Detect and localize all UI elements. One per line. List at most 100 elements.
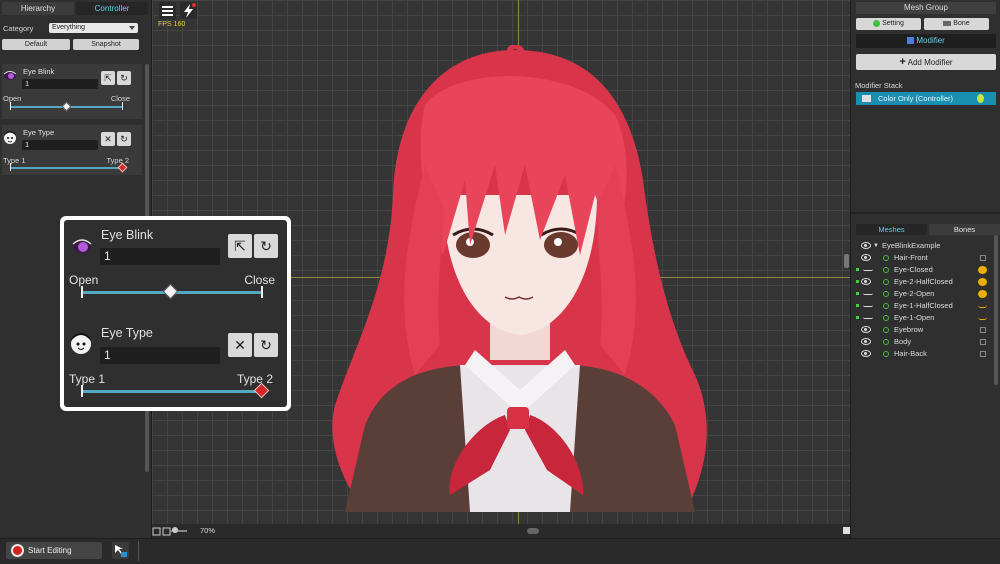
modifier-icon (907, 37, 915, 45)
mesh-row-eye-1-open[interactable]: Eye-1-Open (856, 312, 996, 324)
eye-type-icon (71, 333, 91, 354)
mesh-label: Hair-Front (894, 253, 928, 262)
right-scrollbar[interactable] (994, 235, 998, 385)
canvas-status-bar: 70% (152, 524, 850, 538)
bone-button[interactable]: Bone (924, 18, 989, 30)
tab-modifier[interactable]: Modifier (856, 34, 996, 48)
mesh-icon (883, 339, 889, 345)
canvas-toolbar (159, 2, 197, 19)
eye-blink-slider-handle[interactable] (61, 101, 72, 112)
tab-hierarchy[interactable]: Hierarchy (2, 2, 74, 15)
closed-eye-icon[interactable] (863, 293, 873, 295)
mesh-row-eyebrow[interactable]: Eyebrow (856, 324, 996, 336)
mesh-row-eye-closed[interactable]: Eye-Closed (856, 264, 996, 276)
closed-eye-icon[interactable] (863, 317, 873, 319)
eye-type-icon (4, 131, 16, 144)
category-label: Category (3, 24, 34, 33)
eye-type-slider-track[interactable] (10, 167, 123, 169)
modifier-stack-item[interactable]: Color Only (Controller) (856, 92, 996, 105)
snapshot-button[interactable]: Snapshot (73, 39, 139, 50)
mesh-row-eye-2-halfclosed[interactable]: Eye-2-HalfClosed (856, 276, 996, 288)
corner-resize-icon[interactable] (843, 527, 850, 534)
eye-blink-value[interactable]: 1 (100, 248, 220, 265)
zoom-slider-handle[interactable] (172, 527, 178, 533)
eye-blink-icon (72, 239, 92, 253)
eye-type-min-label: Type 1 (69, 372, 106, 386)
add-modifier-button[interactable]: + Add Modifier (856, 54, 996, 70)
mesh-icon (883, 291, 889, 297)
default-button[interactable]: Default (2, 39, 70, 50)
panel-divider[interactable] (851, 212, 1000, 214)
select-cursor-icon[interactable]: ⇱ (101, 71, 115, 85)
toolbar-divider (138, 541, 139, 561)
select-cursor-icon[interactable]: ⇱ (228, 234, 252, 258)
visibility-icon[interactable] (861, 338, 871, 345)
checkbox[interactable] (980, 339, 986, 345)
eye-blink-slider-handle[interactable] (162, 283, 179, 300)
start-editing-button[interactable]: Start Editing (6, 542, 102, 559)
controller-link-icon[interactable] (978, 266, 987, 274)
add-modifier-label: Add Modifier (907, 58, 953, 67)
lightning-icon[interactable] (180, 2, 197, 19)
bone-icon (943, 20, 952, 26)
visibility-icon[interactable] (861, 350, 871, 357)
tab-controller[interactable]: Controller (76, 2, 148, 15)
reset-icon[interactable]: ↻ (117, 132, 131, 146)
closed-eye-icon[interactable] (863, 305, 873, 307)
controller-link-icon[interactable] (978, 278, 987, 286)
eye-type-value[interactable]: 1 (100, 347, 220, 364)
menu-icon[interactable] (159, 2, 176, 19)
fit-view-icon[interactable] (152, 527, 172, 536)
selection-mode-icon[interactable] (112, 542, 129, 559)
setting-icon (873, 19, 881, 27)
vertical-scrollbar[interactable] (844, 254, 849, 268)
reset-icon[interactable]: ↻ (254, 333, 278, 357)
tab-bones[interactable]: Bones (929, 224, 1000, 235)
eye-blink-icon (3, 71, 17, 80)
clear-icon[interactable]: ✕ (101, 132, 115, 146)
mesh-label: Eye-1-HalfClosed (894, 301, 953, 310)
visibility-icon[interactable] (861, 278, 871, 285)
modifier-tab-label: Modifier (916, 36, 945, 45)
slider-min-tick (10, 163, 11, 171)
visibility-icon[interactable] (861, 242, 871, 249)
horizontal-scrollbar[interactable] (527, 528, 539, 534)
reset-icon[interactable]: ↻ (117, 71, 131, 85)
record-icon (11, 544, 24, 557)
checkbox[interactable] (980, 351, 986, 357)
eye-blink-min-label: Open (3, 94, 22, 103)
checkbox[interactable] (980, 255, 986, 261)
reset-icon[interactable]: ↻ (254, 234, 278, 258)
mesh-row-hair-front[interactable]: Hair-Front (856, 252, 996, 264)
controller-link-icon[interactable] (978, 305, 987, 308)
checkbox[interactable] (980, 327, 986, 333)
mesh-group-header: Mesh Group (856, 2, 996, 14)
fps-counter: FPS 160 (158, 21, 186, 28)
eye-blink-max-label: Close (244, 273, 275, 287)
eye-type-label: Eye Type (23, 128, 55, 137)
visibility-icon[interactable] (861, 326, 871, 333)
controller-link-icon[interactable] (978, 317, 987, 320)
controller-link-icon[interactable] (978, 290, 987, 298)
mesh-row-hair-back[interactable]: Hair-Back (856, 348, 996, 360)
zoom-panel: Eye Blink 1 ⇱ ↻ Open Close Eye Type 1 ✕ … (64, 220, 287, 407)
visibility-icon[interactable] (861, 254, 871, 261)
controller-zoom-callout: Eye Blink 1 ⇱ ↻ Open Close Eye Type 1 ✕ … (60, 216, 291, 411)
eye-blink-value[interactable]: 1 (22, 79, 98, 89)
app-window: Hierarchy Controller Category Everything… (0, 0, 1000, 564)
mesh-label: Body (894, 337, 912, 346)
eye-type-value[interactable]: 1 (22, 140, 98, 150)
closed-eye-icon[interactable] (863, 269, 873, 271)
mesh-row-body[interactable]: Body (856, 336, 996, 348)
expand-icon[interactable]: ▼ (873, 240, 879, 252)
mesh-row-eye-2-open[interactable]: Eye-2-Open (856, 288, 996, 300)
mesh-row-eye-1-halfclosed[interactable]: Eye-1-HalfClosed (856, 300, 996, 312)
setting-button[interactable]: Setting (856, 18, 921, 30)
eye-type-slider-track[interactable] (81, 390, 262, 393)
tab-meshes[interactable]: Meshes (856, 224, 927, 235)
tree-root[interactable]: ▼ EyeBlinkExample (856, 240, 996, 252)
clear-icon[interactable]: ✕ (228, 333, 252, 357)
category-select[interactable]: Everything (49, 23, 138, 33)
slider-min-tick (81, 286, 83, 298)
lightbulb-icon[interactable] (977, 94, 984, 103)
